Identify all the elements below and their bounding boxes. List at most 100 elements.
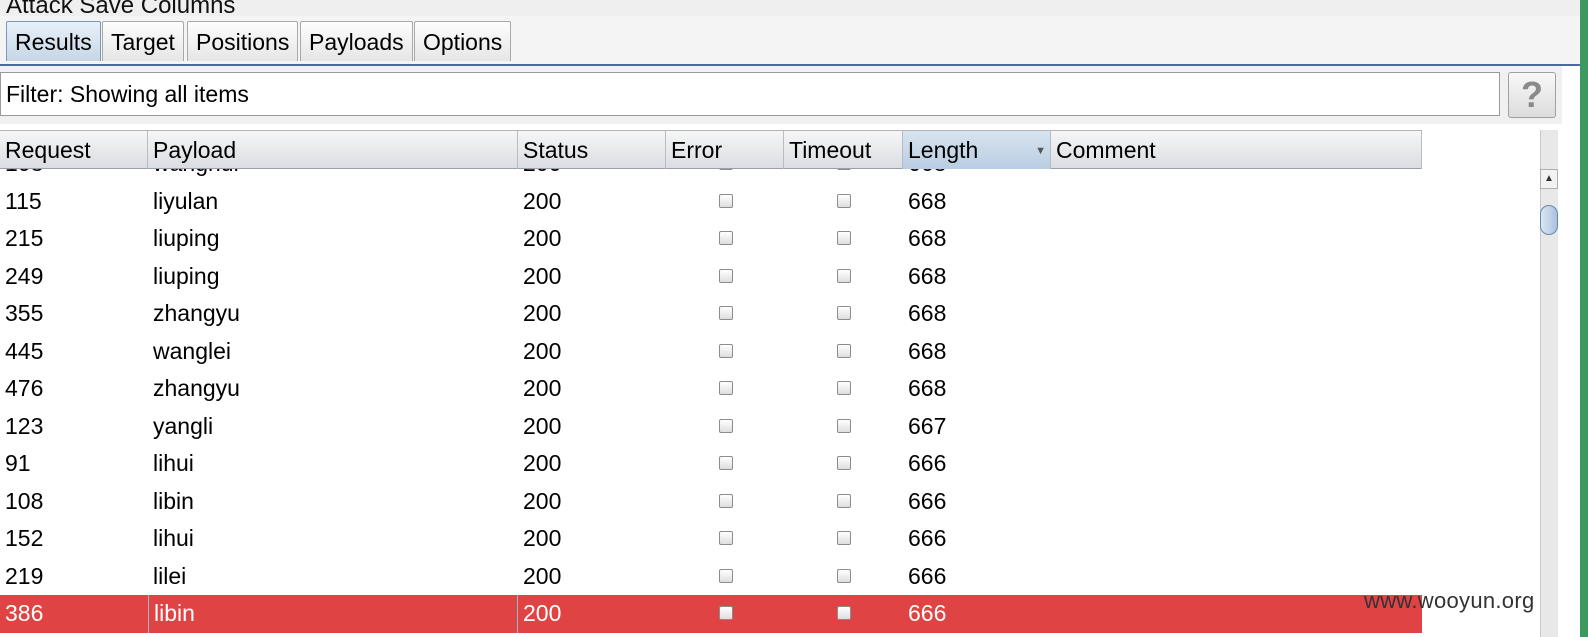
cell-status: 200 (523, 187, 562, 214)
column-header-payload[interactable]: Payload (148, 131, 518, 169)
scroll-up-arrow-icon[interactable]: ▲ (1540, 169, 1558, 189)
cell-length: 668 (908, 187, 947, 214)
cell-status: 200 (523, 375, 562, 401)
table-row[interactable]: 123 yangli 200 667 (0, 408, 1422, 446)
checkbox-timeout (837, 456, 851, 470)
cell-request: 355 (5, 300, 44, 326)
cell-payload: liuping (153, 225, 220, 251)
cell-status: 200 (523, 262, 562, 289)
cell-comment (1051, 258, 1422, 296)
cell-length: 668 (908, 375, 947, 401)
filter-bar: Filter: Showing all items ? (0, 66, 1562, 124)
checkbox-error (719, 169, 733, 170)
column-header-request[interactable]: Request (0, 131, 148, 169)
cell-length: 666 (908, 562, 947, 589)
checkbox-error (719, 268, 733, 283)
table-rows: 108wanghui200668115liyulan200668215liupi… (0, 169, 1422, 633)
column-header-length[interactable]: Length ▼ (903, 131, 1051, 169)
window-edge (1580, 0, 1588, 637)
tab-positions[interactable]: Positions (187, 21, 299, 61)
cell-length: 668 (908, 300, 947, 326)
cell-status: 200 (523, 487, 562, 514)
checkbox-timeout (837, 381, 851, 395)
checkbox-timeout (837, 193, 851, 208)
checkbox-timeout (837, 268, 851, 283)
cell-comment (1051, 520, 1422, 558)
table-row-partial[interactable]: 108wanghui200 668 (0, 169, 1422, 183)
column-header-timeout[interactable]: Timeout (784, 131, 903, 169)
table-row[interactable]: 249 liuping 200 668 (0, 258, 1422, 296)
table-row[interactable]: 108 libin 200 666 (0, 483, 1422, 521)
cell-request: 91 (5, 450, 31, 476)
cell-request: 249 (5, 262, 44, 289)
cell-request: 152 (5, 525, 44, 551)
cell-length: 666 (908, 600, 947, 626)
checkbox-timeout (837, 493, 851, 508)
table-row[interactable]: 476 zhangyu 200 668 (0, 370, 1422, 408)
table-row[interactable]: 215 liuping 200 668 (0, 220, 1422, 258)
cell-payload: liyulan (153, 187, 219, 214)
table-row[interactable]: 355 zhangyu 200 668 (0, 295, 1422, 333)
checkbox-error (719, 381, 733, 395)
cell-payload: wanghui (148, 169, 518, 183)
table-row[interactable]: 219 lilei 200 666 (0, 558, 1422, 596)
checkbox-error (719, 306, 733, 320)
cell-request: 123 (5, 412, 44, 439)
cell-payload: wanglei (153, 337, 231, 364)
cell-comment (1051, 445, 1422, 483)
cell-payload: zhangyu (153, 375, 240, 401)
checkbox-error (719, 193, 733, 208)
cell-comment (1051, 408, 1422, 446)
cell-length: 668 (903, 169, 1051, 183)
column-header-error[interactable]: Error (666, 131, 784, 169)
table-header: Request Payload Status Error Timeout Len… (0, 130, 1422, 169)
scrollbar-thumb[interactable] (1540, 205, 1558, 235)
tab-options[interactable]: Options (414, 21, 512, 61)
checkbox-timeout (837, 231, 851, 245)
tab-target[interactable]: Target (102, 21, 184, 61)
help-button[interactable]: ? (1508, 72, 1556, 118)
cell-length: 668 (908, 225, 947, 251)
cell-status: 200 (523, 450, 562, 476)
table-row[interactable]: 445 wanglei 200 668 (0, 333, 1422, 371)
checkbox-error (719, 456, 733, 470)
checkbox-timeout (837, 418, 851, 433)
cell-length: 666 (908, 450, 947, 476)
checkbox-timeout (837, 343, 851, 358)
checkbox-error (719, 606, 733, 620)
table-empty-area (1422, 130, 1542, 637)
checkbox-timeout (837, 606, 851, 620)
cell-status: 200 (518, 169, 666, 183)
results-table: Request Payload Status Error Timeout Len… (0, 130, 1422, 637)
cell-comment (1051, 295, 1422, 333)
checkbox-timeout (837, 531, 851, 545)
cell-status: 200 (523, 412, 562, 439)
cell-comment (1051, 483, 1422, 521)
cell-payload: lihui (153, 450, 194, 476)
cell-status: 200 (523, 225, 562, 251)
checkbox-error (719, 493, 733, 508)
column-header-status[interactable]: Status (518, 131, 666, 169)
cell-request: 215 (5, 225, 44, 251)
cell-comment (1051, 220, 1422, 258)
filter-field[interactable]: Filter: Showing all items (0, 72, 1500, 116)
tab-payloads[interactable]: Payloads (300, 21, 413, 61)
checkbox-error (719, 343, 733, 358)
cell-length: 668 (908, 337, 947, 364)
cell-status: 200 (523, 525, 562, 551)
tab-results[interactable]: Results (6, 21, 101, 61)
cell-payload: zhangyu (153, 300, 240, 326)
table-row[interactable]: 115 liyulan 200 668 (0, 183, 1422, 221)
cell-payload: liuping (153, 262, 220, 289)
cell-status: 200 (523, 562, 562, 589)
table-row[interactable]: 386 libin 200 666 (0, 595, 1422, 633)
cell-request: 476 (5, 375, 44, 401)
checkbox-error (719, 418, 733, 433)
table-row[interactable]: 152 lihui 200 666 (0, 520, 1422, 558)
checkbox-error (719, 231, 733, 245)
menu-bar: Attack Save Columns (0, 0, 1580, 19)
cell-length: 668 (908, 262, 947, 289)
table-row[interactable]: 91 lihui 200 666 (0, 445, 1422, 483)
cell-length: 666 (908, 525, 947, 551)
column-header-comment[interactable]: Comment (1051, 131, 1422, 169)
